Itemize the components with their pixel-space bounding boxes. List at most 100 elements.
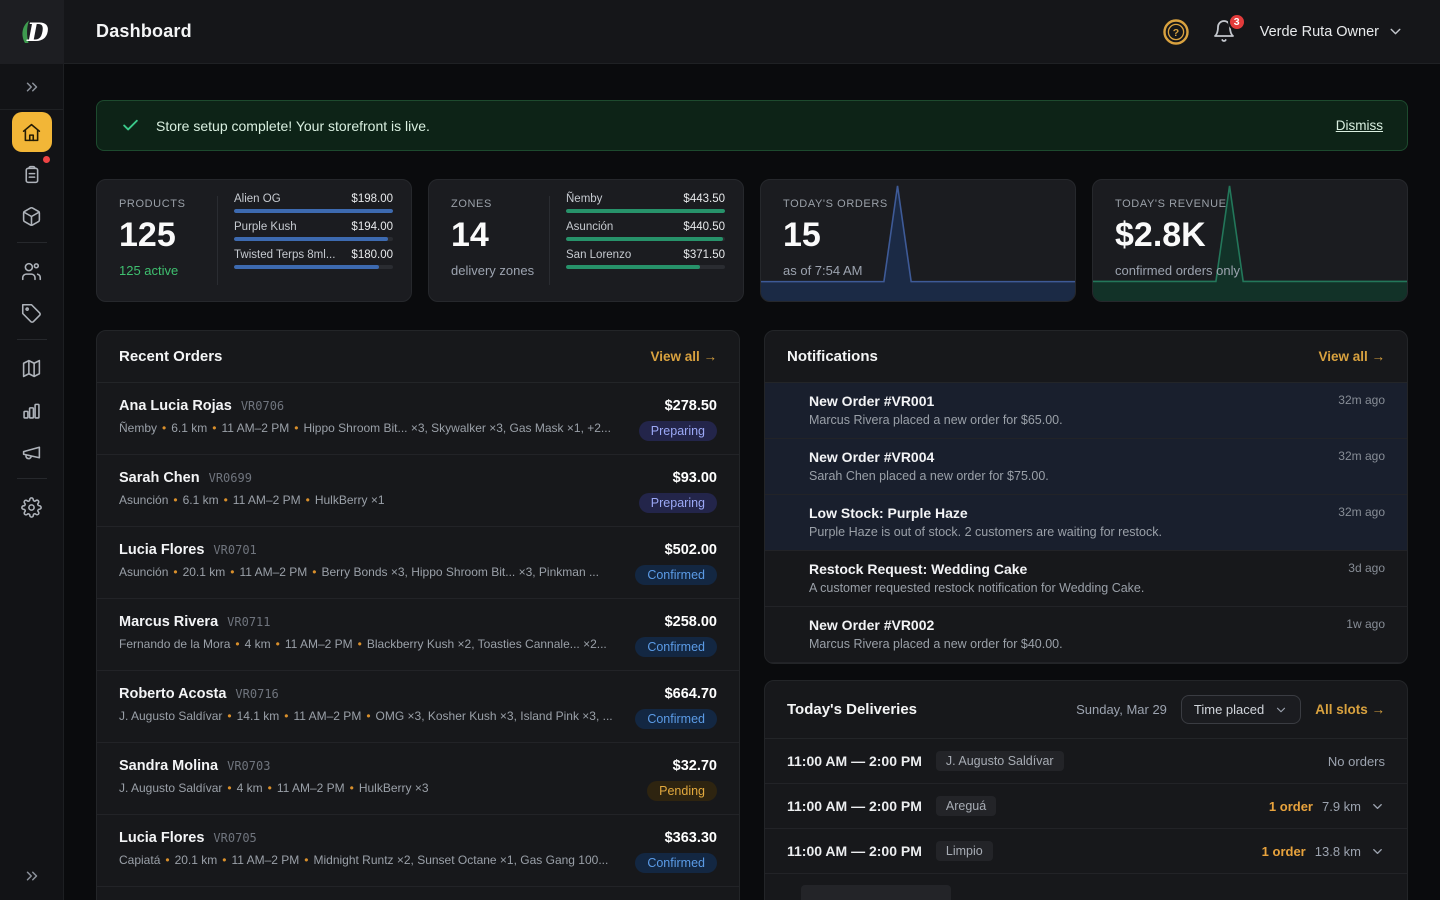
slot-time: 11:00 AM — 2:00 PM xyxy=(787,843,922,859)
stat-value: 15 xyxy=(783,218,888,252)
order-price: $93.00 xyxy=(673,470,717,486)
order-row[interactable]: Alejandro ReyesVR0700 $187.07 xyxy=(97,887,739,900)
panel-title: Today's Deliveries xyxy=(787,701,917,718)
megaphone-icon xyxy=(21,442,42,463)
sidebar-item-zones[interactable] xyxy=(12,348,52,388)
chevron-down-icon xyxy=(1370,799,1385,814)
sidebar-item-marketing[interactable] xyxy=(12,432,52,472)
expand-slot-button[interactable] xyxy=(1370,844,1385,859)
progress-bar xyxy=(566,237,725,241)
panel-title: Notifications xyxy=(787,348,878,365)
map-icon xyxy=(21,358,42,379)
order-row[interactable]: Sandra MolinaVR0703 J. Augusto Saldívar•… xyxy=(97,743,739,815)
orders-stat-card: TODAY'S ORDERS 15 as of 7:54 AM xyxy=(760,179,1076,302)
sidebar-expand-button-bottom[interactable] xyxy=(23,855,41,900)
notification-desc: Marcus Rivera placed a new order for $40… xyxy=(809,637,1334,651)
notification-title: Low Stock: Purple Haze xyxy=(809,505,1326,521)
sidebar-item-orders[interactable] xyxy=(12,154,52,194)
main-content: Store setup complete! Your storefront is… xyxy=(64,64,1440,900)
sidebar-item-dashboard[interactable] xyxy=(12,112,52,152)
order-row[interactable]: Roberto AcostaVR0716 J. Augusto Saldívar… xyxy=(97,671,739,743)
order-meta: Fernando de la Mora•4 km•11 AM–2 PM•Blac… xyxy=(119,637,621,651)
chevron-down-icon xyxy=(1274,703,1288,717)
view-all-notifications-link[interactable]: View all → xyxy=(1318,349,1385,364)
order-meta: J. Augusto Saldívar•14.1 km•11 AM–2 PM•O… xyxy=(119,709,621,723)
order-meta: Capiatá•20.1 km•11 AM–2 PM•Midnight Runt… xyxy=(119,853,621,867)
customer-name: Sarah Chen xyxy=(119,470,200,486)
notification-title: Restock Request: Wedding Cake xyxy=(809,561,1336,577)
app-logo[interactable]: D xyxy=(0,0,64,64)
expand-slot-button[interactable] xyxy=(1370,799,1385,814)
delivery-slot-row[interactable]: 11:00 AM — 2:00 PM Limpio 1 order 13.8 k… xyxy=(765,829,1407,874)
notification-desc: Marcus Rivera placed a new order for $65… xyxy=(809,413,1326,427)
sidebar-item-customers[interactable] xyxy=(12,251,52,291)
order-row[interactable]: Ana Lucia RojasVR0706 Ñemby•6.1 km•11 AM… xyxy=(97,383,739,455)
order-price: $32.70 xyxy=(673,758,717,774)
status-badge: Confirmed xyxy=(635,709,717,729)
order-code: VR0703 xyxy=(227,759,270,773)
notification-row[interactable]: Restock Request: Wedding Cake A customer… xyxy=(765,551,1407,607)
sidebar-expand-button[interactable] xyxy=(0,64,63,110)
delivery-slot-row[interactable] xyxy=(765,874,1407,900)
top-products-list: Alien OG$198.00 Purple Kush$194.00 Twist… xyxy=(218,180,411,301)
list-item: Purple Kush$194.00 xyxy=(234,221,393,241)
list-item: Alien OG$198.00 xyxy=(234,193,393,213)
banner-message: Store setup complete! Your storefront is… xyxy=(156,118,430,134)
delivery-slot-row[interactable]: 11:00 AM — 2:00 PM J. Augusto Saldívar N… xyxy=(765,739,1407,784)
stat-sub: as of 7:54 AM xyxy=(783,263,888,278)
sidebar-item-promotions[interactable] xyxy=(12,293,52,333)
notifications-button[interactable]: 3 xyxy=(1212,19,1238,45)
user-menu[interactable]: Verde Ruta Owner xyxy=(1260,23,1404,40)
slot-zone-tag xyxy=(801,885,951,900)
notification-row[interactable]: Low Stock: Purple Haze Purple Haze is ou… xyxy=(765,495,1407,551)
order-row[interactable]: Lucia FloresVR0705 Capiatá•20.1 km•11 AM… xyxy=(97,815,739,887)
recent-orders-panel: Recent Orders View all → Ana Lucia Rojas… xyxy=(96,330,740,900)
deliveries-date: Sunday, Mar 29 xyxy=(1076,702,1167,717)
notification-row[interactable]: New Order #VR002 Marcus Rivera placed a … xyxy=(765,607,1407,663)
order-row[interactable]: Sarah ChenVR0699 Asunción•6.1 km•11 AM–2… xyxy=(97,455,739,527)
notification-time: 32m ago xyxy=(1338,505,1385,539)
notification-row[interactable]: New Order #VR001 Marcus Rivera placed a … xyxy=(765,383,1407,439)
order-row[interactable]: Lucia FloresVR0701 Asunción•20.1 km•11 A… xyxy=(97,527,739,599)
help-button[interactable]: ? xyxy=(1162,18,1190,46)
stat-label: ZONES xyxy=(451,198,549,210)
sidebar-item-products[interactable] xyxy=(12,196,52,236)
bar-chart-icon xyxy=(21,400,42,421)
top-bar: D Dashboard ? 3 Verde Ruta Owner xyxy=(0,0,1440,64)
notification-time: 32m ago xyxy=(1338,449,1385,483)
product-price: $198.00 xyxy=(351,193,393,205)
dismiss-link[interactable]: Dismiss xyxy=(1336,118,1383,133)
all-slots-link[interactable]: All slots → xyxy=(1315,702,1385,717)
notification-time: 32m ago xyxy=(1338,393,1385,427)
sidebar-item-analytics[interactable] xyxy=(12,390,52,430)
order-meta: J. Augusto Saldívar•4 km•11 AM–2 PM•Hulk… xyxy=(119,781,633,795)
status-badge: Preparing xyxy=(639,493,717,513)
users-icon xyxy=(21,261,42,282)
stat-label: TODAY'S ORDERS xyxy=(783,198,888,210)
package-icon xyxy=(21,206,42,227)
notification-title: New Order #VR002 xyxy=(809,617,1334,633)
status-badge: Preparing xyxy=(639,421,717,441)
product-name: Purple Kush xyxy=(234,221,297,233)
sidebar xyxy=(0,64,64,900)
zone-value: $371.50 xyxy=(683,249,725,261)
svg-text:?: ? xyxy=(1172,27,1178,39)
notification-row[interactable]: New Order #VR004 Sarah Chen placed a new… xyxy=(765,439,1407,495)
sort-select[interactable]: Time placed xyxy=(1181,695,1301,724)
slot-order-count: 1 order xyxy=(1262,844,1306,859)
delivery-slot-row[interactable]: 11:00 AM — 2:00 PM Areguá 1 order 7.9 km xyxy=(765,784,1407,829)
panel-header: Today's Deliveries Sunday, Mar 29 Time p… xyxy=(765,681,1407,739)
list-item: Asunción$440.50 xyxy=(566,221,725,241)
stat-value: 125 xyxy=(119,218,217,252)
notification-desc: Purple Haze is out of stock. 2 customers… xyxy=(809,525,1326,539)
order-row[interactable]: Marcus RiveraVR0711 Fernando de la Mora•… xyxy=(97,599,739,671)
stat-value: 14 xyxy=(451,218,549,252)
view-all-orders-link[interactable]: View all → xyxy=(650,349,717,364)
sidebar-divider xyxy=(17,478,47,479)
sidebar-divider xyxy=(17,339,47,340)
stat-label: PRODUCTS xyxy=(119,198,217,210)
page-title: Dashboard xyxy=(96,21,192,42)
sidebar-item-settings[interactable] xyxy=(12,487,52,527)
stat-label: TODAY'S REVENUE xyxy=(1115,198,1240,210)
slot-zone-tag: J. Augusto Saldívar xyxy=(936,751,1064,771)
